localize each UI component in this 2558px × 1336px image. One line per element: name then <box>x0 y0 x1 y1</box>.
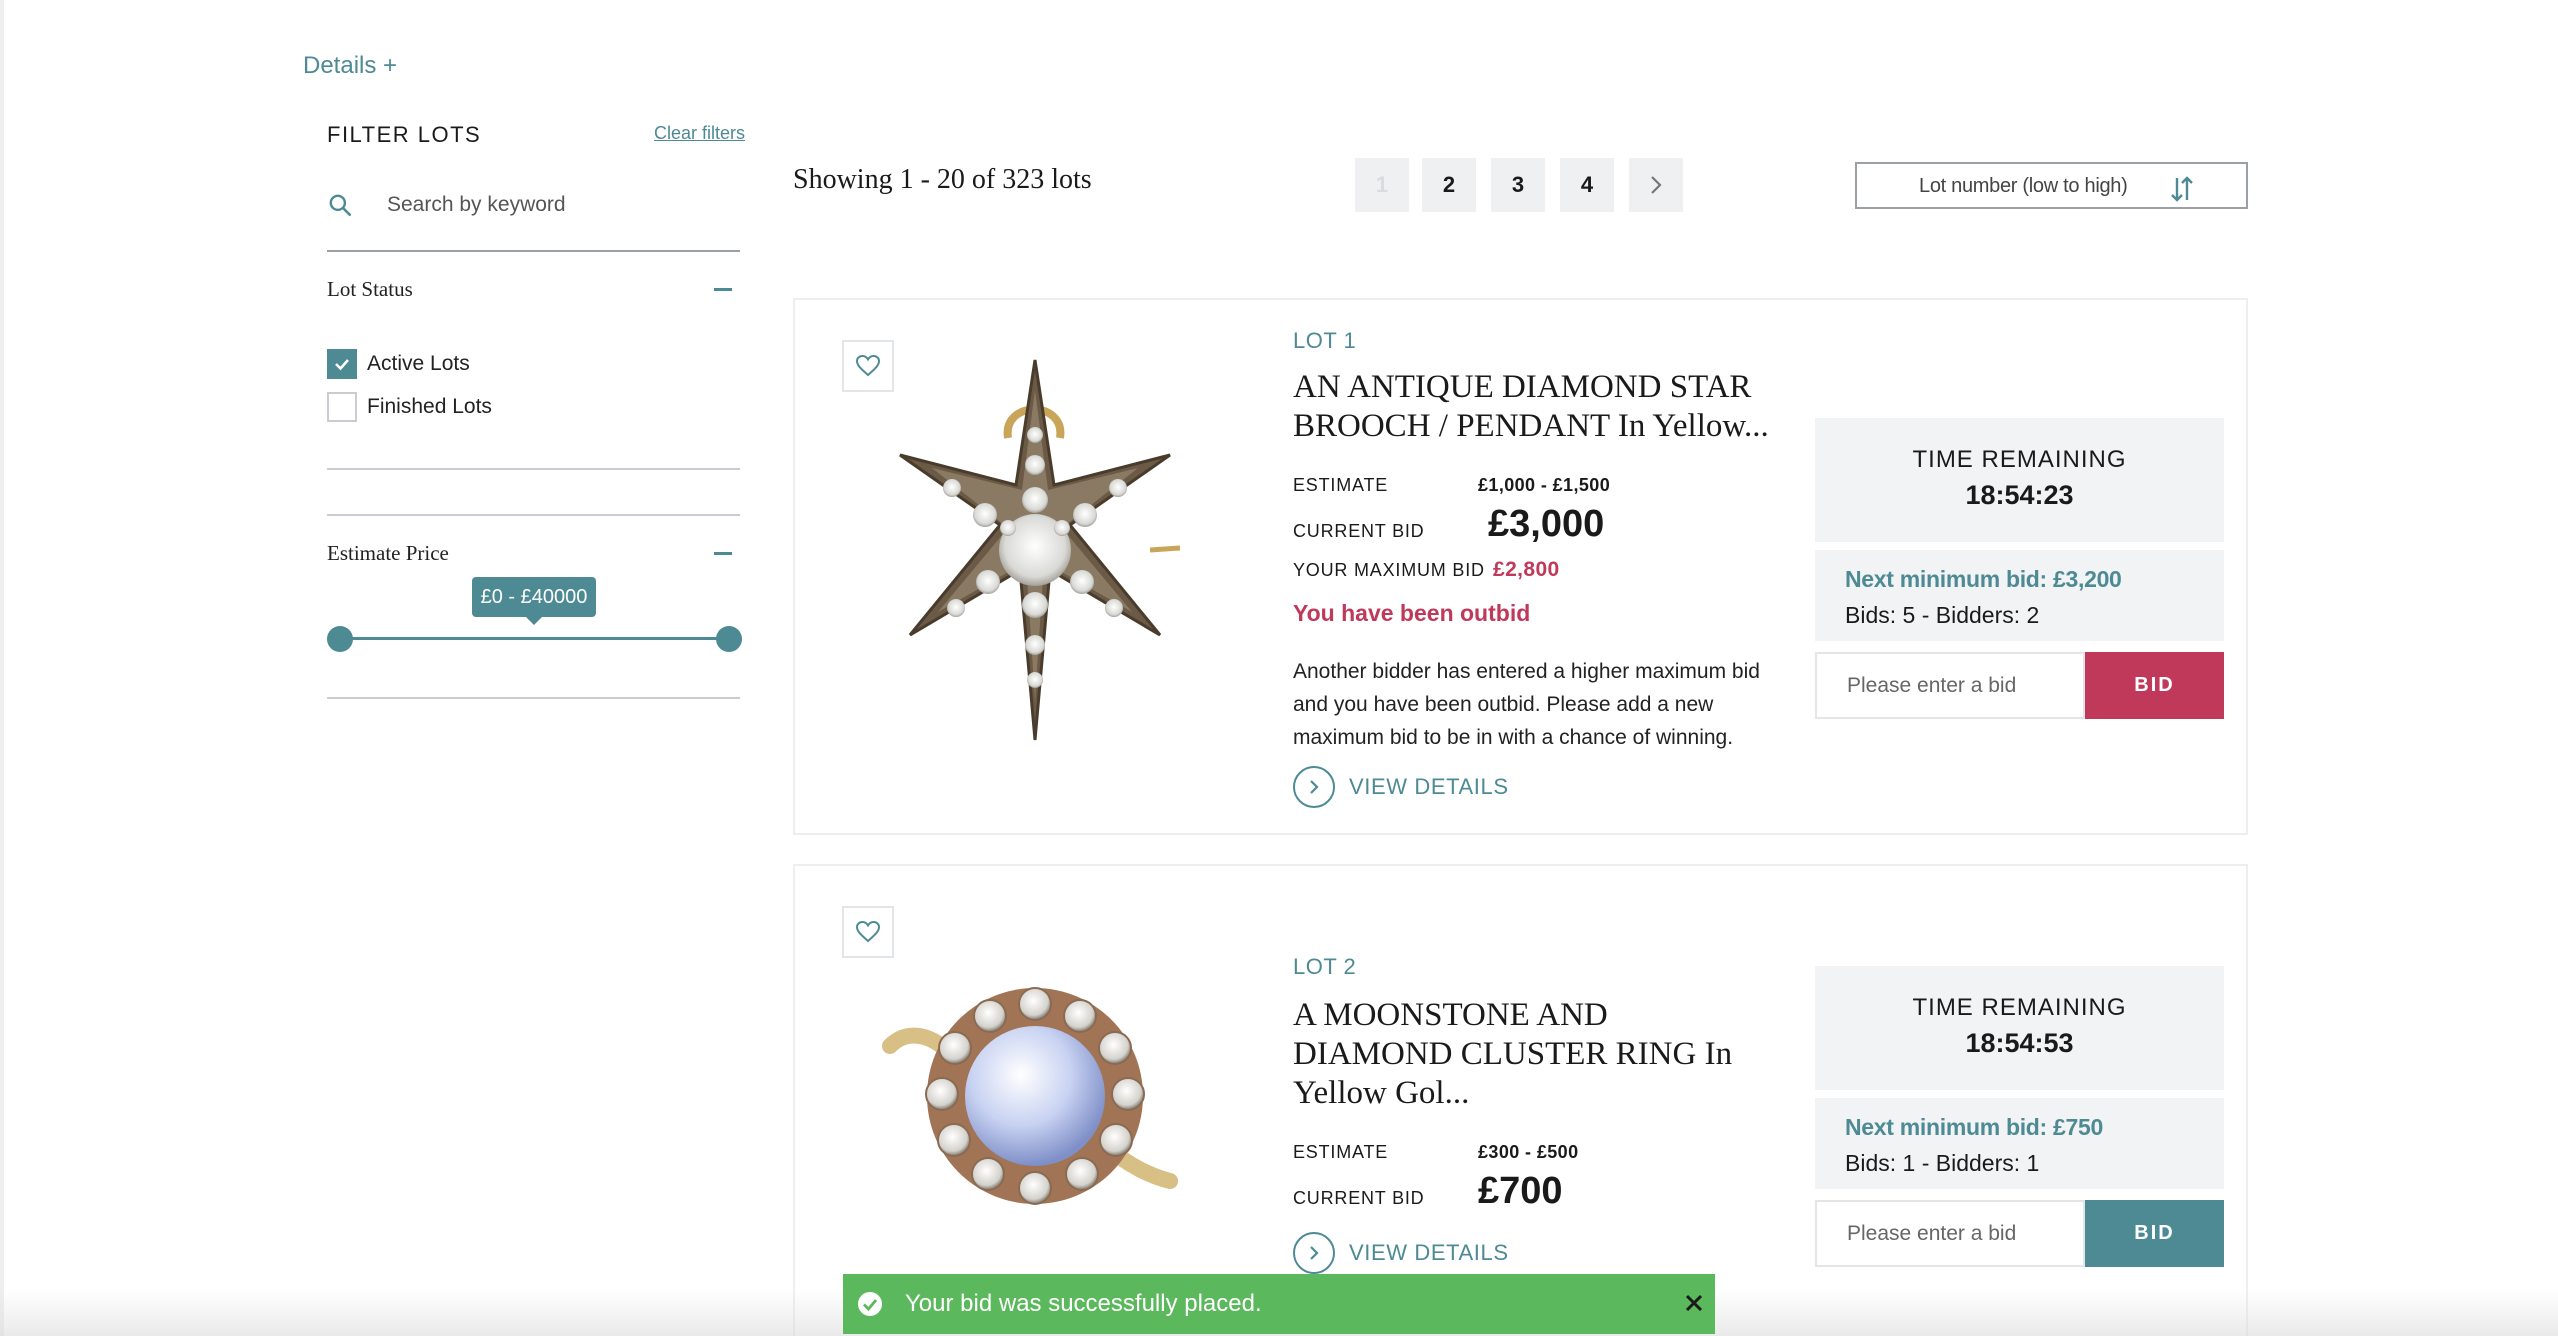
next-minimum-bid: Next minimum bid: £750 <box>1845 1114 2103 1140</box>
bids-count: Bids: 1 - Bidders: 1 <box>1845 1150 2040 1176</box>
clear-filters-link[interactable]: Clear filters <box>654 123 745 144</box>
page-button-3[interactable]: 3 <box>1491 158 1545 212</box>
page-button-2[interactable]: 2 <box>1422 158 1476 212</box>
divider <box>327 468 740 470</box>
results-count: Showing 1 - 20 of 323 lots <box>793 164 1092 195</box>
filter-active-lots[interactable]: Active Lots <box>327 349 470 379</box>
divider <box>327 697 740 699</box>
heart-icon <box>856 921 880 943</box>
details-toggle-link[interactable]: Details + <box>303 52 397 80</box>
toast-message: Your bid was successfully placed. <box>905 1290 1262 1317</box>
estimate-price-heading: Estimate Price <box>327 541 449 565</box>
current-bid-value: £700 <box>1478 1170 1563 1212</box>
bid-info-box: Next minimum bid: £3,200 Bids: 5 - Bidde… <box>1815 550 2224 641</box>
checkbox-label: Finished Lots <box>367 395 492 418</box>
lot-number: LOT 1 <box>1293 328 1357 353</box>
sort-select[interactable]: Lot number (low to high) <box>1855 162 2248 209</box>
estimate-value: £300 - £500 <box>1478 1142 1579 1162</box>
chevron-right-icon <box>1293 766 1335 808</box>
lot-title[interactable]: AN ANTIQUE DIAMOND STAR BROOCH / PENDANT… <box>1293 368 1793 446</box>
keyword-search <box>327 180 740 252</box>
time-remaining-box: TIME REMAINING 18:54:53 <box>1815 966 2224 1090</box>
view-details-label: VIEW DETAILS <box>1349 1240 1509 1265</box>
price-range-tooltip: £0 - £40000 <box>472 577 596 625</box>
checkbox-checked[interactable] <box>327 349 357 379</box>
next-page-button[interactable] <box>1629 158 1683 212</box>
favourite-button[interactable] <box>842 906 894 958</box>
bids-count: Bids: 5 - Bidders: 2 <box>1845 602 2040 628</box>
filter-lots-title: FILTER LOTS <box>327 122 482 147</box>
max-bid-label: YOUR MAXIMUM BID <box>1293 560 1485 580</box>
check-circle-icon <box>858 1292 882 1316</box>
collapse-minus-icon[interactable] <box>714 288 732 291</box>
page-button-1[interactable]: 1 <box>1355 158 1409 212</box>
sort-arrows-icon <box>2171 176 2193 202</box>
filter-finished-lots[interactable]: Finished Lots <box>327 392 492 422</box>
price-slider-min-handle[interactable] <box>327 626 353 652</box>
checkbox-unchecked[interactable] <box>327 392 357 422</box>
max-bid-value: £2,800 <box>1493 558 1560 581</box>
time-remaining-box: TIME REMAINING 18:54:23 <box>1815 418 2224 542</box>
lot-card: LOT 1 AN ANTIQUE DIAMOND STAR BROOCH / P… <box>793 298 2248 835</box>
outbid-status: You have been outbid <box>1293 600 1531 626</box>
page-edge <box>0 0 4 1336</box>
time-remaining-value: 18:54:53 <box>1965 1028 2074 1058</box>
lot-status-heading: Lot Status <box>327 277 413 301</box>
bid-amount-input[interactable] <box>1815 652 2085 719</box>
close-icon[interactable] <box>1679 1288 1709 1318</box>
collapse-minus-icon[interactable] <box>714 552 732 555</box>
bid-button[interactable]: BID <box>2085 1200 2224 1267</box>
estimate-label: ESTIMATE <box>1293 1142 1389 1162</box>
estimate-value: £1,000 - £1,500 <box>1478 475 1611 495</box>
checkmark-icon <box>335 359 349 371</box>
view-details-label: VIEW DETAILS <box>1349 774 1509 799</box>
lot-card: LOT 2 A MOONSTONE AND DIAMOND CLUSTER RI… <box>793 864 2248 1336</box>
outbid-message: Another bidder has entered a higher maxi… <box>1293 660 1760 749</box>
sort-select-value: Lot number (low to high) <box>1919 175 2128 197</box>
estimate-label: ESTIMATE <box>1293 475 1389 495</box>
price-slider-max-handle[interactable] <box>716 626 742 652</box>
bid-button[interactable]: BID <box>2085 652 2224 719</box>
price-slider-track[interactable] <box>340 637 728 640</box>
time-remaining-label: TIME REMAINING <box>1912 446 2127 473</box>
search-icon[interactable] <box>327 192 353 218</box>
current-bid-value: £3,000 <box>1488 503 1605 545</box>
lot-title[interactable]: A MOONSTONE AND DIAMOND CLUSTER RING In … <box>1293 996 1773 1113</box>
chevron-right-icon <box>1651 176 1662 194</box>
view-details-link[interactable]: VIEW DETAILS <box>1293 1232 1509 1274</box>
divider <box>327 514 740 516</box>
current-bid-label: CURRENT BID <box>1293 521 1425 541</box>
success-toast: Your bid was successfully placed. <box>843 1274 1715 1334</box>
lot-number: LOT 2 <box>1293 954 1357 979</box>
lot-image-moonstone-ring[interactable] <box>870 966 1200 1246</box>
checkbox-label: Active Lots <box>367 352 470 375</box>
page-button-4[interactable]: 4 <box>1560 158 1614 212</box>
view-details-link[interactable]: VIEW DETAILS <box>1293 766 1509 808</box>
bid-info-box: Next minimum bid: £750 Bids: 1 - Bidders… <box>1815 1098 2224 1189</box>
next-minimum-bid: Next minimum bid: £3,200 <box>1845 566 2122 592</box>
search-input[interactable] <box>387 188 727 222</box>
time-remaining-label: TIME REMAINING <box>1912 994 2127 1021</box>
chevron-right-icon <box>1293 1232 1335 1274</box>
current-bid-label: CURRENT BID <box>1293 1188 1425 1208</box>
lot-image-star-brooch[interactable] <box>870 350 1200 770</box>
bid-amount-input[interactable] <box>1815 1200 2085 1267</box>
time-remaining-value: 18:54:23 <box>1965 480 2074 510</box>
